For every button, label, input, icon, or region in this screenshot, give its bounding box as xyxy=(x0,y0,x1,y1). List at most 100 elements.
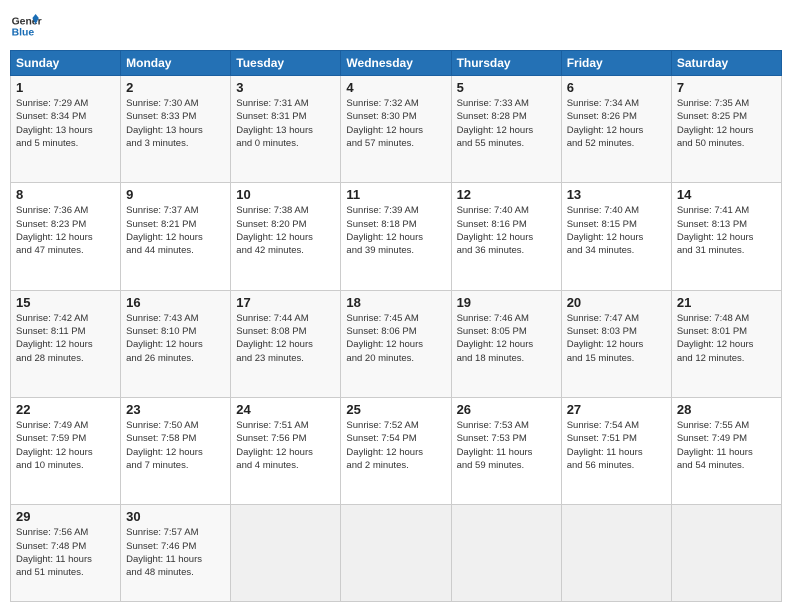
day-info: Sunrise: 7:45 AMSunset: 8:06 PMDaylight:… xyxy=(346,312,445,365)
calendar-cell xyxy=(341,505,451,602)
calendar-cell: 16 Sunrise: 7:43 AMSunset: 8:10 PMDayligh… xyxy=(121,290,231,397)
day-number: 20 xyxy=(567,295,666,310)
calendar-cell: 30 Sunrise: 7:57 AMSunset: 7:46 PMDayligh… xyxy=(121,505,231,602)
weekday-header-friday: Friday xyxy=(561,51,671,76)
calendar-cell: 26 Sunrise: 7:53 AMSunset: 7:53 PMDayligh… xyxy=(451,398,561,505)
day-info: Sunrise: 7:38 AMSunset: 8:20 PMDaylight:… xyxy=(236,204,335,257)
calendar-cell: 21 Sunrise: 7:48 AMSunset: 8:01 PMDayligh… xyxy=(671,290,781,397)
day-info: Sunrise: 7:34 AMSunset: 8:26 PMDaylight:… xyxy=(567,97,666,150)
calendar-cell: 3 Sunrise: 7:31 AMSunset: 8:31 PMDaylight… xyxy=(231,76,341,183)
calendar-week-5: 29 Sunrise: 7:56 AMSunset: 7:48 PMDayligh… xyxy=(11,505,782,602)
calendar-cell: 29 Sunrise: 7:56 AMSunset: 7:48 PMDayligh… xyxy=(11,505,121,602)
day-info: Sunrise: 7:32 AMSunset: 8:30 PMDaylight:… xyxy=(346,97,445,150)
calendar-week-3: 15 Sunrise: 7:42 AMSunset: 8:11 PMDayligh… xyxy=(11,290,782,397)
day-number: 30 xyxy=(126,509,225,524)
calendar-cell: 27 Sunrise: 7:54 AMSunset: 7:51 PMDayligh… xyxy=(561,398,671,505)
calendar-cell xyxy=(671,505,781,602)
calendar-cell xyxy=(451,505,561,602)
day-info: Sunrise: 7:53 AMSunset: 7:53 PMDaylight:… xyxy=(457,419,556,472)
calendar-week-4: 22 Sunrise: 7:49 AMSunset: 7:59 PMDayligh… xyxy=(11,398,782,505)
day-number: 12 xyxy=(457,187,556,202)
calendar-table: SundayMondayTuesdayWednesdayThursdayFrid… xyxy=(10,50,782,602)
calendar-cell: 7 Sunrise: 7:35 AMSunset: 8:25 PMDaylight… xyxy=(671,76,781,183)
day-number: 29 xyxy=(16,509,115,524)
day-info: Sunrise: 7:51 AMSunset: 7:56 PMDaylight:… xyxy=(236,419,335,472)
calendar-cell: 18 Sunrise: 7:45 AMSunset: 8:06 PMDayligh… xyxy=(341,290,451,397)
day-info: Sunrise: 7:48 AMSunset: 8:01 PMDaylight:… xyxy=(677,312,776,365)
calendar-cell xyxy=(561,505,671,602)
calendar-cell: 12 Sunrise: 7:40 AMSunset: 8:16 PMDayligh… xyxy=(451,183,561,290)
day-number: 25 xyxy=(346,402,445,417)
page-header: General Blue xyxy=(10,10,782,42)
day-number: 2 xyxy=(126,80,225,95)
weekday-header-tuesday: Tuesday xyxy=(231,51,341,76)
day-number: 22 xyxy=(16,402,115,417)
calendar-cell: 13Sunrise: 7:40 AMSunset: 8:15 PMDayligh… xyxy=(561,183,671,290)
day-info: Sunrise: 7:39 AMSunset: 8:18 PMDaylight:… xyxy=(346,204,445,257)
day-info: Sunrise: 7:29 AMSunset: 8:34 PMDaylight:… xyxy=(16,97,115,150)
day-number: 4 xyxy=(346,80,445,95)
day-info: Sunrise: 7:44 AMSunset: 8:08 PMDaylight:… xyxy=(236,312,335,365)
day-number: 24 xyxy=(236,402,335,417)
day-number: 10 xyxy=(236,187,335,202)
weekday-header-sunday: Sunday xyxy=(11,51,121,76)
day-number: 6 xyxy=(567,80,666,95)
day-info: Sunrise: 7:49 AMSunset: 7:59 PMDaylight:… xyxy=(16,419,115,472)
weekday-header-thursday: Thursday xyxy=(451,51,561,76)
day-info: Sunrise: 7:35 AMSunset: 8:25 PMDaylight:… xyxy=(677,97,776,150)
day-number: 8 xyxy=(16,187,115,202)
calendar-week-1: 1 Sunrise: 7:29 AMSunset: 8:34 PMDaylight… xyxy=(11,76,782,183)
day-info: Sunrise: 7:41 AMSunset: 8:13 PMDaylight:… xyxy=(677,204,776,257)
calendar-cell: 15 Sunrise: 7:42 AMSunset: 8:11 PMDayligh… xyxy=(11,290,121,397)
day-info: Sunrise: 7:56 AMSunset: 7:48 PMDaylight:… xyxy=(16,526,115,579)
weekday-header-wednesday: Wednesday xyxy=(341,51,451,76)
day-number: 18 xyxy=(346,295,445,310)
day-number: 9 xyxy=(126,187,225,202)
day-number: 26 xyxy=(457,402,556,417)
day-info: Sunrise: 7:50 AMSunset: 7:58 PMDaylight:… xyxy=(126,419,225,472)
logo: General Blue xyxy=(10,10,42,42)
day-info: Sunrise: 7:55 AMSunset: 7:49 PMDaylight:… xyxy=(677,419,776,472)
day-number: 21 xyxy=(677,295,776,310)
day-number: 14 xyxy=(677,187,776,202)
day-number: 1 xyxy=(16,80,115,95)
calendar-cell: 5Sunrise: 7:33 AMSunset: 8:28 PMDaylight… xyxy=(451,76,561,183)
weekday-header-row: SundayMondayTuesdayWednesdayThursdayFrid… xyxy=(11,51,782,76)
calendar-cell: 20 Sunrise: 7:47 AMSunset: 8:03 PMDayligh… xyxy=(561,290,671,397)
day-number: 28 xyxy=(677,402,776,417)
day-info: Sunrise: 7:54 AMSunset: 7:51 PMDaylight:… xyxy=(567,419,666,472)
day-info: Sunrise: 7:57 AMSunset: 7:46 PMDaylight:… xyxy=(126,526,225,579)
day-info: Sunrise: 7:30 AMSunset: 8:33 PMDaylight:… xyxy=(126,97,225,150)
calendar-cell: 24 Sunrise: 7:51 AMSunset: 7:56 PMDayligh… xyxy=(231,398,341,505)
day-info: Sunrise: 7:46 AMSunset: 8:05 PMDaylight:… xyxy=(457,312,556,365)
day-number: 11 xyxy=(346,187,445,202)
calendar-cell: 8 Sunrise: 7:36 AMSunset: 8:23 PMDaylight… xyxy=(11,183,121,290)
day-info: Sunrise: 7:47 AMSunset: 8:03 PMDaylight:… xyxy=(567,312,666,365)
day-number: 15 xyxy=(16,295,115,310)
day-number: 16 xyxy=(126,295,225,310)
day-number: 7 xyxy=(677,80,776,95)
day-info: Sunrise: 7:37 AMSunset: 8:21 PMDaylight:… xyxy=(126,204,225,257)
day-number: 3 xyxy=(236,80,335,95)
day-info: Sunrise: 7:42 AMSunset: 8:11 PMDaylight:… xyxy=(16,312,115,365)
day-number: 27 xyxy=(567,402,666,417)
calendar-cell: 4 Sunrise: 7:32 AMSunset: 8:30 PMDaylight… xyxy=(341,76,451,183)
day-info: Sunrise: 7:36 AMSunset: 8:23 PMDaylight:… xyxy=(16,204,115,257)
calendar-cell: 2 Sunrise: 7:30 AMSunset: 8:33 PMDaylight… xyxy=(121,76,231,183)
calendar-cell: 28 Sunrise: 7:55 AMSunset: 7:49 PMDayligh… xyxy=(671,398,781,505)
calendar-cell: 11 Sunrise: 7:39 AMSunset: 8:18 PMDayligh… xyxy=(341,183,451,290)
day-info: Sunrise: 7:43 AMSunset: 8:10 PMDaylight:… xyxy=(126,312,225,365)
calendar-cell: 17Sunrise: 7:44 AMSunset: 8:08 PMDayligh… xyxy=(231,290,341,397)
calendar-week-2: 8 Sunrise: 7:36 AMSunset: 8:23 PMDaylight… xyxy=(11,183,782,290)
calendar-cell: 9 Sunrise: 7:37 AMSunset: 8:21 PMDaylight… xyxy=(121,183,231,290)
day-info: Sunrise: 7:40 AMSunset: 8:16 PMDaylight:… xyxy=(457,204,556,257)
calendar-cell: 23Sunrise: 7:50 AMSunset: 7:58 PMDayligh… xyxy=(121,398,231,505)
day-number: 19 xyxy=(457,295,556,310)
generalblue-logo-icon: General Blue xyxy=(10,10,42,42)
weekday-header-saturday: Saturday xyxy=(671,51,781,76)
calendar-cell: 22 Sunrise: 7:49 AMSunset: 7:59 PMDayligh… xyxy=(11,398,121,505)
day-info: Sunrise: 7:33 AMSunset: 8:28 PMDaylight:… xyxy=(457,97,556,150)
calendar-cell: 6 Sunrise: 7:34 AMSunset: 8:26 PMDaylight… xyxy=(561,76,671,183)
svg-text:Blue: Blue xyxy=(12,28,35,39)
day-info: Sunrise: 7:31 AMSunset: 8:31 PMDaylight:… xyxy=(236,97,335,150)
